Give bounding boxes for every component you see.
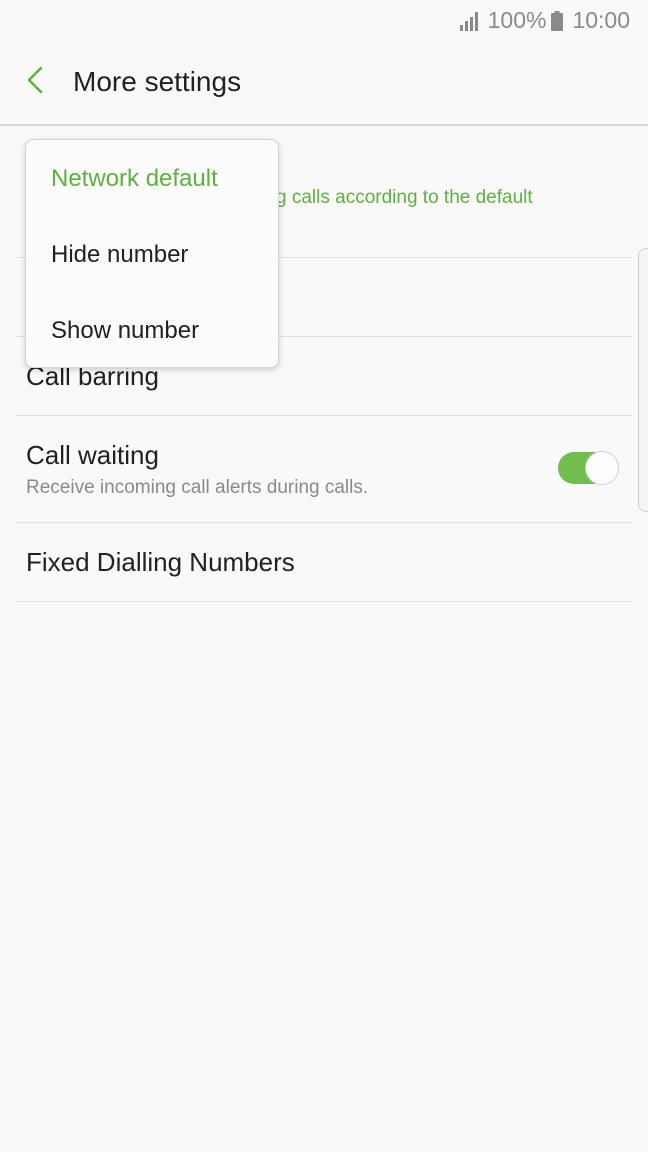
- option-show-number[interactable]: Show number: [26, 293, 278, 369]
- fixed-dialling-row[interactable]: Fixed Dialling Numbers: [16, 523, 632, 602]
- signal-icon: [459, 10, 482, 31]
- option-hide-number[interactable]: Hide number: [26, 217, 278, 293]
- back-button[interactable]: [18, 62, 52, 102]
- option-network-default[interactable]: Network default: [26, 141, 278, 217]
- call-waiting-label: Call waiting: [26, 440, 159, 470]
- call-waiting-description: Receive incoming call alerts during call…: [26, 477, 369, 498]
- status-bar: 100% 10:00: [0, 0, 648, 40]
- status-indicators: 100% 10:00: [459, 6, 630, 34]
- battery-icon: [551, 10, 564, 31]
- app-bar: More settings: [0, 40, 648, 126]
- fixed-dialling-label: Fixed Dialling Numbers: [26, 547, 295, 577]
- battery-percent: 100%: [487, 6, 547, 33]
- edge-panel-handle[interactable]: [638, 248, 648, 512]
- call-waiting-toggle[interactable]: [558, 451, 619, 485]
- clock: 10:00: [572, 6, 630, 33]
- caller-id-summary: g calls according to the default: [276, 187, 533, 208]
- toggle-knob: [585, 451, 619, 485]
- chevron-left-icon: [26, 66, 44, 99]
- call-waiting-row[interactable]: Call waiting Receive incoming call alert…: [16, 416, 632, 523]
- page-title: More settings: [73, 66, 242, 97]
- caller-id-dropdown: Network default Hide number Show number: [25, 139, 279, 368]
